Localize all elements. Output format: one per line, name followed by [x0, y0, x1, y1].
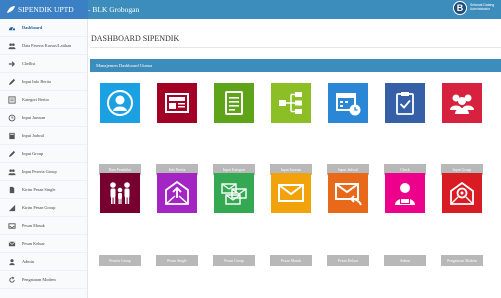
sidebar-item-label: Input Peserta Group — [22, 169, 57, 174]
tile-row1-4[interactable] — [328, 83, 368, 123]
sidebar-item-label: Pesan Masuk — [22, 223, 45, 228]
sidebar-item[interactable]: Input Peserta Group — [0, 163, 87, 181]
users-icon — [7, 167, 16, 176]
sidebar-item-label: Pesan Keluar — [22, 241, 45, 246]
sidebar-item[interactable]: Dashboard — [0, 19, 87, 37]
sidebar-item[interactable]: Kirim Pesan Single — [0, 181, 87, 199]
sidebar-item-label: Chellist — [22, 61, 36, 66]
users-icon — [7, 41, 16, 50]
sidebar-item-label: Data Peserta Kursus/Latihan — [22, 43, 72, 48]
document-list-icon — [219, 88, 249, 118]
group-icon — [447, 88, 477, 118]
top-navbar: SIPENDIK UPTD - BLK Grobogan B Selamat D… — [0, 0, 501, 19]
tile-row1-0[interactable] — [100, 83, 140, 123]
sidebar-item-label: Admin — [22, 259, 34, 264]
tile-row1-6[interactable] — [442, 83, 482, 123]
sidebar-item[interactable]: Data Peserta Kursus/Latihan — [0, 37, 87, 55]
envelope-icon — [7, 239, 16, 248]
sidebar-item[interactable]: Pesan Keluar — [0, 235, 87, 253]
sidebar-item[interactable]: Input Info Berita — [0, 73, 87, 91]
sidebar-item-label: Input Jadwal — [22, 133, 45, 138]
tile-button[interactable]: Admin — [384, 255, 426, 266]
sidebar: Dashboard Data Peserta Kursus/Latihan Chel… — [0, 19, 88, 298]
main-content: DASHBOARD SIPENDIK Manajemen Dashboard U… — [88, 19, 501, 298]
bar-chart-icon — [7, 203, 16, 212]
circle-icon — [7, 113, 16, 122]
clipboard-check-icon — [390, 88, 420, 118]
tile-row2-0[interactable] — [100, 173, 140, 213]
leaf-icon — [7, 6, 15, 13]
brand[interactable]: SIPENDIK UPTD — [0, 0, 88, 19]
tile-row1-2[interactable] — [214, 83, 254, 123]
list-icon — [7, 95, 16, 104]
envelope-up-icon — [162, 178, 192, 208]
avatar: B — [453, 1, 467, 15]
sidebar-item[interactable]: Input Jurusan — [0, 109, 87, 127]
tile-row2-6[interactable] — [442, 173, 482, 213]
brand-name: SIPENDIK UPTD — [18, 5, 74, 14]
sidebar-item[interactable]: Chellist — [0, 55, 87, 73]
tile-row1-3[interactable] — [271, 83, 311, 123]
sidebar-item-label: Input Group — [22, 151, 44, 156]
envelope-icon — [276, 178, 306, 208]
file-icon — [7, 185, 16, 194]
news-icon — [162, 88, 192, 118]
tile-button[interactable]: Pesan Keluar — [327, 255, 369, 266]
inbox-icon — [7, 221, 16, 230]
panel-header: Manajemen Dashboard Utama — [90, 59, 501, 72]
sidebar-item-label: Dashboard — [22, 25, 43, 30]
settings-mail-icon — [447, 178, 477, 208]
sidebar-item-label: Input Jurusan — [22, 115, 46, 120]
hierarchy-icon — [276, 88, 306, 118]
tile-button[interactable]: Peserta Group — [99, 255, 141, 266]
tile-button[interactable]: Pesan Masuk — [270, 255, 312, 266]
header-bar: - BLK Grobogan B Selamat Datang Administ… — [88, 0, 501, 19]
sidebar-item[interactable]: Input Group — [0, 145, 87, 163]
tile-button[interactable]: Pesan Single — [156, 255, 198, 266]
user-role: Administrator — [470, 7, 490, 11]
admin-icon — [390, 178, 420, 208]
sidebar-item-label: Kategori Berita — [22, 97, 49, 102]
sidebar-item-label: Kirim Pesan Group — [22, 205, 56, 210]
envelopes-icon — [219, 178, 249, 208]
sidebar-item[interactable]: Kategori Berita — [0, 91, 87, 109]
header-subtitle: - BLK Grobogan — [88, 5, 140, 14]
sidebar-item[interactable]: Input Jadwal — [0, 127, 87, 145]
tile-button[interactable]: Pesan Group — [213, 255, 255, 266]
book-icon — [7, 131, 16, 140]
sidebar-item-label: Pengaturan Modem — [22, 277, 56, 282]
tile-row2-1[interactable] — [157, 173, 197, 213]
tile-row2-3[interactable] — [271, 173, 311, 213]
divider — [90, 47, 501, 48]
sidebar-item[interactable]: Pesan Masuk — [0, 217, 87, 235]
tile-row1-1[interactable] — [157, 83, 197, 123]
arrow-right-icon — [7, 59, 16, 68]
sidebar-item-label: Kirim Pesan Single — [22, 187, 56, 192]
tile-row2-2[interactable] — [214, 173, 254, 213]
page-title: DASHBOARD SIPENDIK — [91, 34, 180, 43]
user-icon — [7, 257, 16, 266]
refresh-icon — [7, 275, 16, 284]
tile-row2-5[interactable] — [385, 173, 425, 213]
envelope-reply-icon — [333, 178, 363, 208]
sidebar-item[interactable]: Kirim Pesan Group — [0, 199, 87, 217]
tile-row1-5[interactable] — [385, 83, 425, 123]
user-menu[interactable]: B Selamat Datang Administrator — [453, 1, 498, 15]
family-icon — [105, 178, 135, 208]
user-name: Selamat Datang Administrator — [470, 3, 498, 12]
person-circle-icon — [105, 88, 135, 118]
sidebar-item-label: Input Info Berita — [22, 79, 51, 84]
sidebar-item[interactable]: Pengaturan Modem — [0, 271, 87, 289]
tile-row2-4[interactable] — [328, 173, 368, 213]
calendar-icon — [333, 88, 363, 118]
dashboard-icon — [7, 23, 16, 32]
tile-button[interactable]: Pengaturan Modem — [441, 255, 483, 266]
pencil-icon — [7, 149, 16, 158]
pencil-icon — [7, 77, 16, 86]
sidebar-item[interactable]: Admin — [0, 253, 87, 271]
